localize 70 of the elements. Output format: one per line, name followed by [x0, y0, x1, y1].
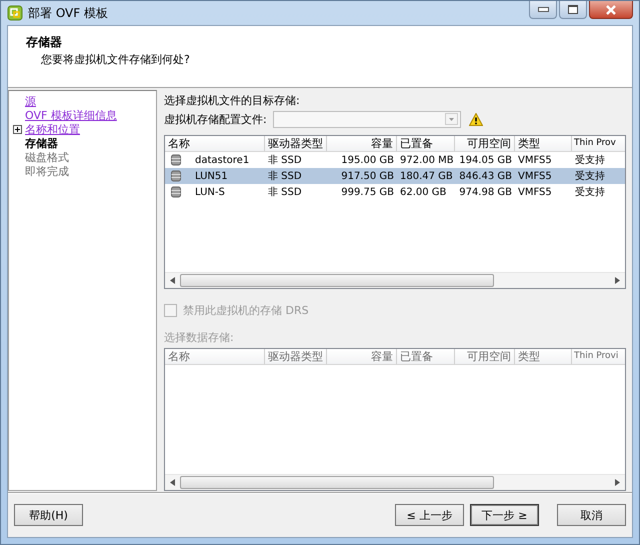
close-button[interactable]: [589, 1, 633, 19]
table-row[interactable]: LUN51 非 SSD 917.50 GB 180.47 GB 846.43 GB VMFS5 受支持: [165, 168, 625, 184]
database-icon: [171, 186, 181, 198]
table-cell: 180.47 GB: [400, 170, 453, 182]
column-header[interactable]: 容量: [327, 349, 397, 364]
column-header[interactable]: 可用空间: [455, 136, 515, 151]
help-button[interactable]: 帮助(H): [14, 504, 83, 526]
horizontal-scrollbar[interactable]: [165, 272, 625, 288]
table-row[interactable]: datastore1 非 SSD 195.00 GB 972.00 MB 194.05 GB VMFS5 受支持: [165, 152, 625, 168]
table-cell: 195.00 GB: [341, 154, 394, 166]
expand-icon[interactable]: [13, 124, 22, 134]
column-header[interactable]: 可用空间: [455, 349, 515, 364]
table-cell: LUN-S: [195, 186, 225, 198]
target-label: 选择虚拟机文件的目标存储:: [164, 93, 301, 108]
table-cell-text: 非 SSD: [268, 154, 302, 167]
table-cell-text: 受支持: [575, 186, 605, 199]
table-cell: VMFS5: [518, 186, 552, 198]
profile-label: 虚拟机存储配置文件:: [164, 112, 267, 127]
column-header[interactable]: 名称: [165, 136, 265, 151]
current-step: 存储器: [25, 136, 58, 150]
table-cell: LUN51: [195, 170, 228, 182]
page-subtitle: 您要将虚拟机文件存储到何处?: [41, 52, 191, 67]
table-cell-text: 非 SSD: [268, 186, 302, 199]
column-header[interactable]: 容量: [327, 136, 397, 151]
window-title: 部署 OVF 模板: [28, 4, 108, 22]
column-header[interactable]: 类型: [515, 136, 572, 151]
checkbox-label: 禁用此虚拟机的存储 DRS: [183, 303, 309, 318]
column-header[interactable]: 类型: [515, 349, 572, 364]
column-header[interactable]: 驱动器类型: [265, 349, 327, 364]
table-cell-text: 受支持: [575, 170, 605, 183]
wizard-button[interactable]: 取消: [557, 504, 626, 526]
maximize-button[interactable]: [559, 1, 587, 19]
scroll-left-icon[interactable]: [170, 277, 175, 284]
table-row[interactable]: LUN-S 非 SSD 999.75 GB 62.00 GB 974.98 GB VMFS5 受支持: [165, 184, 625, 200]
close-icon: [605, 4, 617, 14]
step-link[interactable]: 源: [25, 94, 36, 108]
scroll-right-icon[interactable]: [615, 479, 620, 486]
table-cell: 974.98 GB: [459, 186, 512, 198]
table-cell-text: 受支持: [575, 154, 605, 167]
column-header[interactable]: 驱动器类型: [265, 136, 327, 151]
database-icon: [171, 154, 181, 166]
column-header[interactable]: 已置备: [397, 349, 455, 364]
step-link[interactable]: OVF 模板详细信息: [25, 108, 117, 122]
column-header[interactable]: 已置备: [397, 136, 455, 151]
pending-step: 磁盘格式: [25, 150, 69, 164]
wizard-button[interactable]: ≤ 上一步: [395, 504, 464, 526]
horizontal-scrollbar[interactable]: [165, 474, 625, 490]
table-cell: VMFS5: [518, 154, 552, 166]
table-cell-text: 非 SSD: [268, 170, 302, 183]
datastore-label: 选择数据存储:: [164, 330, 235, 345]
step-link[interactable]: 名称和位置: [25, 122, 80, 136]
table-cell: 846.43 GB: [459, 170, 512, 182]
column-header[interactable]: Thin Provi: [572, 349, 617, 364]
column-header[interactable]: Thin Prov: [572, 136, 617, 151]
column-header[interactable]: 名称: [165, 349, 265, 364]
table-cell: 62.00 GB: [400, 186, 446, 198]
table-cell: 999.75 GB: [341, 186, 394, 198]
minimize-button[interactable]: [529, 1, 557, 19]
table-cell: 972.00 MB: [400, 154, 454, 166]
wizard-button[interactable]: 下一步 ≥: [470, 504, 539, 526]
pending-step: 即将完成: [25, 164, 69, 178]
table-cell: datastore1: [195, 154, 250, 166]
table-cell: 194.05 GB: [459, 154, 512, 166]
table-cell: VMFS5: [518, 170, 552, 182]
scroll-right-icon[interactable]: [615, 277, 620, 284]
database-icon: [171, 170, 181, 182]
scroll-left-icon[interactable]: [170, 479, 175, 486]
page-title: 存储器: [26, 34, 63, 51]
table-cell: 917.50 GB: [341, 170, 394, 182]
app-icon: [7, 5, 23, 21]
